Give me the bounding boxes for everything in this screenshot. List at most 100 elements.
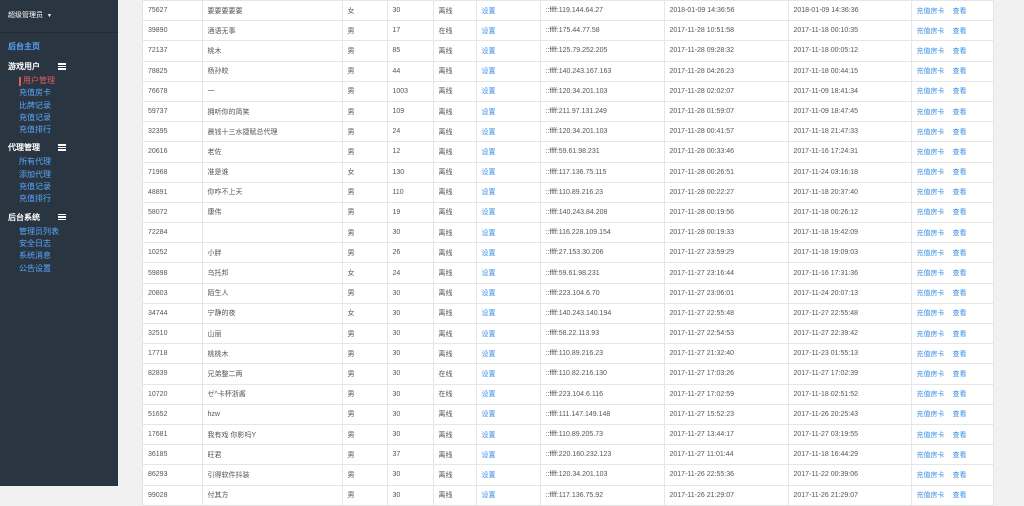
room-cards-cell: 30 [386,363,433,385]
recharge-card-link[interactable]: 充值房卡 [917,371,945,378]
set-link[interactable]: 设置 [475,322,540,344]
recharge-card-link[interactable]: 充值房卡 [917,68,945,75]
view-link[interactable]: 查看 [953,109,967,116]
recharge-card-link[interactable]: 充值房卡 [917,310,945,317]
view-link[interactable]: 查看 [953,331,967,338]
set-link[interactable]: 设置 [475,262,540,284]
recharge-card-link[interactable]: 充值房卡 [917,189,945,196]
recharge-card-link[interactable]: 充值房卡 [917,250,945,257]
view-link[interactable]: 查看 [953,492,967,499]
user-id-cell: 20803 [143,282,202,304]
set-link[interactable]: 设置 [475,302,540,324]
sidebar-nav-item[interactable]: 比牌记录 [0,100,118,112]
set-link[interactable]: 设置 [475,181,540,203]
sidebar-nav-item[interactable]: 系统消息 [0,250,118,262]
nav-section-title[interactable]: 代理管理 [0,136,118,156]
set-link[interactable]: 设置 [475,141,540,162]
view-link[interactable]: 查看 [953,290,967,297]
view-link[interactable]: 查看 [953,371,967,378]
view-link[interactable]: 查看 [953,68,967,75]
recharge-card-link[interactable]: 充值房卡 [917,48,945,55]
recharge-card-link[interactable]: 充值房卡 [917,290,945,297]
recharge-card-link[interactable]: 充值房卡 [917,88,945,95]
view-link[interactable]: 查看 [953,411,967,418]
set-link[interactable]: 设置 [475,282,540,304]
sidebar-nav-item[interactable]: 用户管理 [0,75,118,87]
admin-user-menu[interactable]: 超级管理员 ▼ [0,0,118,33]
nav-home-link[interactable]: 后台主页 [0,33,118,55]
nav-section-title[interactable]: 后台系统 [0,206,118,226]
set-link[interactable]: 设置 [475,161,540,183]
recharge-card-link[interactable]: 充值房卡 [917,149,945,156]
sidebar-nav-item[interactable]: 充值记录 [0,181,118,193]
set-link[interactable]: 设置 [475,80,540,102]
recharge-card-link[interactable]: 充值房卡 [917,452,945,459]
recharge-card-link[interactable]: 充值房卡 [917,270,945,277]
recharge-card-link[interactable]: 充值房卡 [917,169,945,176]
recharge-card-link[interactable]: 充值房卡 [917,432,945,439]
set-link[interactable]: 设置 [475,60,540,82]
set-link[interactable]: 设置 [475,363,540,385]
recharge-card-link[interactable]: 充值房卡 [917,492,945,499]
sidebar-nav-item[interactable]: 充值排行 [0,124,118,136]
view-link[interactable]: 查看 [953,472,967,479]
view-link[interactable]: 查看 [953,351,967,358]
set-link[interactable]: 设置 [475,444,540,465]
view-link[interactable]: 查看 [953,8,967,15]
set-link[interactable]: 设置 [475,403,540,425]
set-link[interactable]: 设置 [475,484,540,505]
view-link[interactable]: 查看 [953,149,967,156]
set-link[interactable]: 设置 [475,100,540,122]
sidebar-nav-item[interactable]: 公告设置 [0,263,118,275]
recharge-card-link[interactable]: 充值房卡 [917,28,945,35]
view-link[interactable]: 查看 [953,88,967,95]
recharge-card-link[interactable]: 充值房卡 [917,391,945,398]
view-link[interactable]: 查看 [953,189,967,196]
actions-cell: 充值房卡 查看 [910,100,993,122]
set-link[interactable]: 设置 [475,383,540,405]
sidebar-nav-item[interactable]: 安全日志 [0,238,118,250]
table-row: 82839 兄弟整二两男 30 在线 设置::ffff:110.82.216.130 20… [143,363,993,385]
recharge-card-link[interactable]: 充值房卡 [917,331,945,338]
view-link[interactable]: 查看 [953,270,967,277]
view-link[interactable]: 查看 [953,310,967,317]
recharge-card-link[interactable]: 充值房卡 [917,472,945,479]
view-link[interactable]: 查看 [953,28,967,35]
view-link[interactable]: 查看 [953,230,967,237]
sidebar-nav-item[interactable]: 管理员列表 [0,226,118,238]
recharge-card-link[interactable]: 充值房卡 [917,209,945,216]
view-link[interactable]: 查看 [953,209,967,216]
set-link[interactable]: 设置 [475,0,540,21]
set-link[interactable]: 设置 [475,222,540,243]
set-link[interactable]: 设置 [475,20,540,41]
view-link[interactable]: 查看 [953,48,967,55]
set-link[interactable]: 设置 [475,242,540,263]
view-link[interactable]: 查看 [953,169,967,176]
view-link[interactable]: 查看 [953,250,967,257]
recharge-card-link[interactable]: 充值房卡 [917,8,945,15]
set-link[interactable]: 设置 [475,40,540,62]
view-link[interactable]: 查看 [953,391,967,398]
set-link[interactable]: 设置 [475,201,540,223]
nav-section-title[interactable]: 游戏用户 [0,55,118,75]
recharge-card-link[interactable]: 充值房卡 [917,411,945,418]
recharge-card-link[interactable]: 充值房卡 [917,129,945,136]
sidebar-nav-item[interactable]: 添加代理 [0,169,118,181]
table-row: 20803 陌生人男 30 离线 设置::ffff:223.104.6.70 2017-1… [143,282,993,304]
user-id-cell: 10252 [143,242,202,263]
recharge-card-link[interactable]: 充值房卡 [917,230,945,237]
recharge-card-link[interactable]: 充值房卡 [917,351,945,358]
sidebar-nav-item[interactable]: 充值房卡 [0,87,118,99]
sidebar-nav-item[interactable]: 充值记录 [0,112,118,124]
view-link[interactable]: 查看 [953,452,967,459]
view-link[interactable]: 查看 [953,432,967,439]
sidebar-nav-item[interactable]: 充值排行 [0,193,118,205]
recharge-card-link[interactable]: 充值房卡 [917,109,945,116]
user-table-container: 75627 要要要要要女 30 离线 设置::ffff:119.144.64.27 201… [142,0,994,506]
set-link[interactable]: 设置 [475,121,540,142]
sidebar-nav-item[interactable]: 所有代理 [0,156,118,168]
set-link[interactable]: 设置 [475,423,540,445]
view-link[interactable]: 查看 [953,129,967,136]
set-link[interactable]: 设置 [475,343,540,364]
set-link[interactable]: 设置 [475,464,540,485]
